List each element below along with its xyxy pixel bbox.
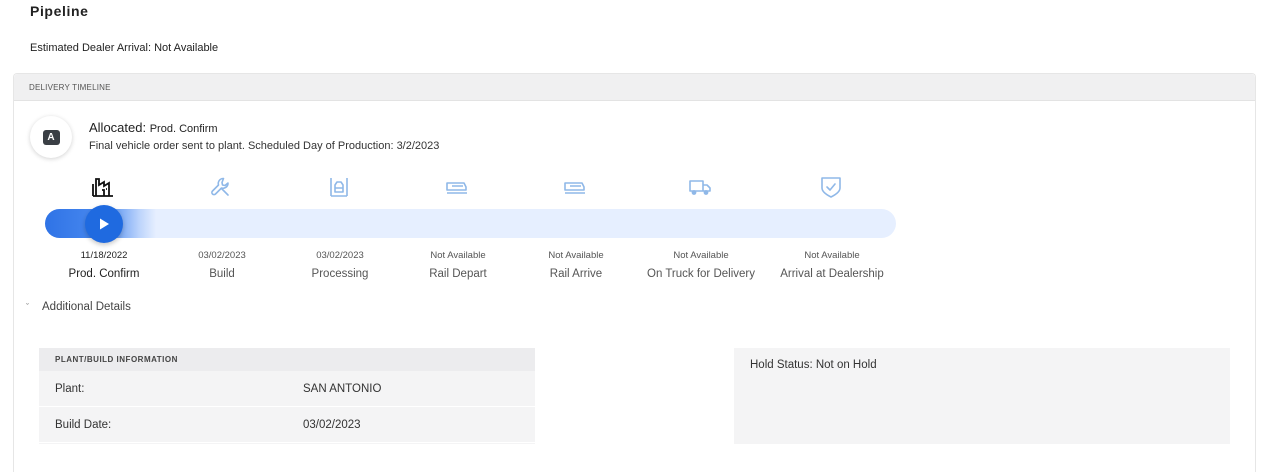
step-date: 03/02/2023 xyxy=(198,250,246,261)
step-label: Rail Depart xyxy=(429,268,487,280)
processing-icon xyxy=(326,175,352,199)
plant-key: Plant: xyxy=(55,382,85,395)
table-row: Plant: SAN ANTONIO xyxy=(39,371,535,407)
step-date: Not Available xyxy=(548,250,604,261)
rail-depart-icon xyxy=(444,175,470,199)
timeline-progress-track xyxy=(45,209,896,238)
step-label: Arrival at Dealership xyxy=(780,268,884,280)
delivery-timeline-header: DELIVERY TIMELINE xyxy=(14,74,1255,101)
table-row: Build Date: 03/02/2023 xyxy=(39,407,535,443)
plant-build-header: PLANT/BUILD INFORMATION xyxy=(39,348,535,371)
step-date: Not Available xyxy=(673,250,729,261)
plant-value: SAN ANTONIO xyxy=(303,382,382,395)
build-date-key: Build Date: xyxy=(55,418,112,431)
chevron-down-icon: ˇ xyxy=(26,302,29,312)
shield-check-icon xyxy=(818,175,844,199)
step-label: On Truck for Delivery xyxy=(647,268,755,280)
hold-status-panel: Hold Status: Not on Hold xyxy=(734,348,1230,444)
page-title: Pipeline xyxy=(30,3,89,19)
additional-details-toggle[interactable]: ˇ Additional Details xyxy=(26,301,131,313)
eta-value: Not Available xyxy=(154,42,219,54)
step-date: 11/18/2022 xyxy=(80,250,128,261)
plant-build-panel: PLANT/BUILD INFORMATION Plant: SAN ANTON… xyxy=(39,348,535,444)
truck-icon xyxy=(687,175,713,199)
play-button[interactable] xyxy=(85,205,123,243)
build-date-value: 03/02/2023 xyxy=(303,418,361,431)
factory-icon xyxy=(90,175,116,199)
rail-arrive-icon xyxy=(562,175,588,199)
status-avatar: A xyxy=(30,116,72,158)
status-stage: Prod. Confirm xyxy=(149,123,218,135)
step-label: Build xyxy=(209,268,235,280)
additional-details-label: Additional Details xyxy=(42,301,131,313)
step-date: Not Available xyxy=(804,250,860,261)
step-label: Prod. Confirm xyxy=(68,268,140,280)
hold-status-value: Not on Hold xyxy=(815,359,877,371)
status-description: Final vehicle order sent to plant. Sched… xyxy=(89,140,440,152)
eta-label: Estimated Dealer Arrival: xyxy=(30,42,152,54)
status-badge: A xyxy=(42,129,60,145)
step-label: Processing xyxy=(311,268,369,280)
step-date: Not Available xyxy=(430,250,486,261)
wrench-icon xyxy=(208,175,234,199)
play-icon xyxy=(100,218,109,230)
hold-status-label: Hold Status: xyxy=(750,359,813,371)
estimated-dealer-arrival: Estimated Dealer Arrival: Not Available xyxy=(30,42,218,54)
status-heading: Allocated: Prod. Confirm xyxy=(89,120,218,135)
status-title: Allocated: xyxy=(89,120,147,135)
step-label: Rail Arrive xyxy=(549,268,603,280)
step-date: 03/02/2023 xyxy=(316,250,364,261)
